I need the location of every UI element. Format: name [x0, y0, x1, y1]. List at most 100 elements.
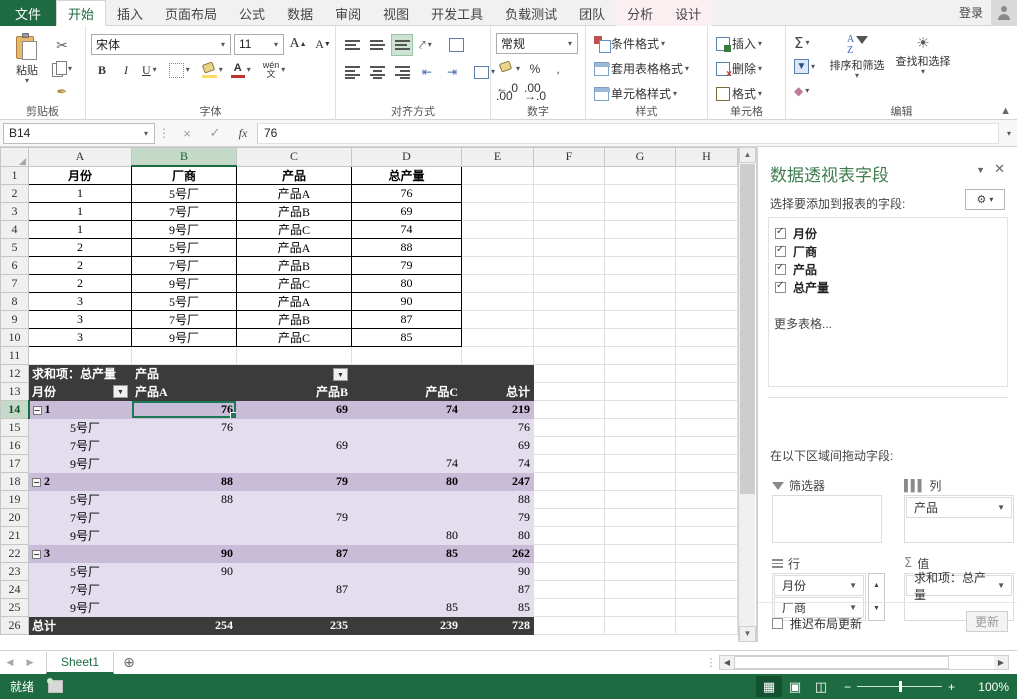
cell-G21[interactable] [605, 527, 676, 545]
pivot-cell-B20[interactable] [132, 509, 237, 527]
pivot-collapse-button[interactable]: − [32, 550, 41, 559]
cell-G17[interactable] [605, 455, 676, 473]
pivot-cell-C18[interactable]: 79 [237, 473, 352, 491]
cell-F5[interactable] [534, 239, 605, 257]
cell-H11[interactable] [676, 347, 738, 365]
zoom-out-button[interactable]: − [844, 680, 851, 694]
align-right-button[interactable] [391, 61, 413, 83]
font-size-combo[interactable]: 11 ▾ [234, 34, 284, 55]
source-cell-D5[interactable]: 88 [352, 239, 462, 257]
row-header-10[interactable]: 10 [1, 329, 29, 347]
column-header-C[interactable]: C [237, 148, 352, 167]
source-cell-D10[interactable]: 85 [352, 329, 462, 347]
source-cell-B9[interactable]: 7号厂 [132, 311, 237, 329]
cell-F10[interactable] [534, 329, 605, 347]
source-cell-C7[interactable]: 产品C [237, 275, 352, 293]
bold-button[interactable]: B [91, 59, 113, 81]
cell-F19[interactable] [534, 491, 605, 509]
wrap-text-button[interactable] [446, 34, 468, 56]
cell-G23[interactable] [605, 563, 676, 581]
phonetic-guide-button[interactable]: wén文 ▾ [260, 60, 289, 81]
cell-F8[interactable] [534, 293, 605, 311]
pivot-cell-B14[interactable]: 76 [132, 401, 237, 419]
pivot-row-label-cell-25[interactable]: 9号厂 [29, 599, 132, 617]
pivot-cell-D25[interactable]: 85 [352, 599, 462, 617]
number-format-combo[interactable]: 常规 ▾ [496, 33, 578, 54]
cell-G18[interactable] [605, 473, 676, 491]
source-cell-C5[interactable]: 产品A [237, 239, 352, 257]
source-header-A1[interactable]: 月份 [29, 166, 132, 185]
source-cell-C3[interactable]: 产品B [237, 203, 352, 221]
pivot-row-label-cell-19[interactable]: 5号厂 [29, 491, 132, 509]
pivot-cell-C22[interactable]: 87 [237, 545, 352, 563]
cell-F17[interactable] [534, 455, 605, 473]
source-cell-B6[interactable]: 7号厂 [132, 257, 237, 275]
pivot-cell-D21[interactable]: 80 [352, 527, 462, 545]
row-header-2[interactable]: 2 [1, 185, 29, 203]
pivot-cell-E18[interactable]: 247 [462, 473, 534, 491]
source-cell-C2[interactable]: 产品A [237, 185, 352, 203]
cell-F21[interactable] [534, 527, 605, 545]
pivot-cell-C20[interactable]: 79 [237, 509, 352, 527]
percent-style-button[interactable]: % [524, 58, 546, 80]
cell-E6[interactable] [462, 257, 534, 275]
pivot-col-header-产品C[interactable]: 产品C [352, 383, 462, 401]
cell-G12[interactable] [605, 365, 676, 383]
source-cell-D8[interactable]: 90 [352, 293, 462, 311]
source-cell-D6[interactable]: 79 [352, 257, 462, 275]
cell-G11[interactable] [605, 347, 676, 365]
pivot-cell-D22[interactable]: 85 [352, 545, 462, 563]
pivot-cell-C14[interactable]: 69 [237, 401, 352, 419]
row-header-3[interactable]: 3 [1, 203, 29, 221]
source-cell-D9[interactable]: 87 [352, 311, 462, 329]
cell-F11[interactable] [534, 347, 605, 365]
field-item-1[interactable]: 厂商 [769, 242, 1007, 260]
cancel-edit-button[interactable]: × [173, 126, 201, 141]
cell-D11[interactable] [352, 347, 462, 365]
select-all-corner[interactable] [1, 148, 29, 167]
pivot-row-label-cell-26[interactable]: 总计 [29, 617, 132, 635]
formula-bar-menu[interactable]: ⋮ [155, 126, 173, 140]
pivot-cell-B16[interactable] [132, 437, 237, 455]
cell-E8[interactable] [462, 293, 534, 311]
source-cell-B4[interactable]: 9号厂 [132, 221, 237, 239]
insert-cells-button[interactable]: 插入 ▾ [713, 33, 765, 54]
pivot-cell-B15[interactable]: 76 [132, 419, 237, 437]
cell-H4[interactable] [676, 221, 738, 239]
fill-button[interactable]: ▼ ▾ [791, 56, 818, 77]
cell-E3[interactable] [462, 203, 534, 221]
row-header-13[interactable]: 13 [1, 383, 29, 401]
font-name-combo[interactable]: 宋体 ▾ [91, 34, 231, 55]
chevron-down-icon[interactable]: ▼ [849, 581, 857, 590]
fill-color-button[interactable]: ▾ [199, 60, 226, 81]
ribbon-tab-8[interactable]: 负载测试 [494, 0, 568, 26]
cell-E1[interactable] [462, 166, 534, 185]
field-item-3[interactable]: 总产量 [769, 278, 1007, 296]
ribbon-tab-5[interactable]: 审阅 [324, 0, 372, 26]
source-cell-A6[interactable]: 2 [29, 257, 132, 275]
source-cell-B10[interactable]: 9号厂 [132, 329, 237, 347]
pivot-col-header-产品B[interactable]: 产品B [237, 383, 352, 401]
pivot-cell-E20[interactable]: 79 [462, 509, 534, 527]
expand-formula-bar-button[interactable]: ▾ [1001, 129, 1017, 138]
pivot-cell-E14[interactable]: 219 [462, 401, 534, 419]
chevron-down-icon[interactable]: ▾ [138, 129, 154, 138]
column-header-B[interactable]: B [132, 148, 237, 167]
pivot-cell-B19[interactable]: 88 [132, 491, 237, 509]
pivot-cell-D15[interactable] [352, 419, 462, 437]
cell-D12[interactable] [352, 365, 462, 383]
pivot-cell-E17[interactable]: 74 [462, 455, 534, 473]
source-cell-C9[interactable]: 产品B [237, 311, 352, 329]
increase-indent-button[interactable]: ⇥ [441, 61, 463, 83]
cell-G26[interactable] [605, 617, 676, 635]
column-header-D[interactable]: D [352, 148, 462, 167]
ribbon-tab-10[interactable]: 分析 [616, 0, 664, 26]
cell-G4[interactable] [605, 221, 676, 239]
source-cell-C4[interactable]: 产品C [237, 221, 352, 239]
column-header-F[interactable]: F [534, 148, 605, 167]
cell-H7[interactable] [676, 275, 738, 293]
pivot-cell-C21[interactable] [237, 527, 352, 545]
find-select-button[interactable]: ☀ 查找和选择 ▾ [890, 32, 956, 75]
pivot-row-label-cell-14[interactable]: −1 [29, 401, 132, 419]
pivot-cell-B26[interactable]: 254 [132, 617, 237, 635]
